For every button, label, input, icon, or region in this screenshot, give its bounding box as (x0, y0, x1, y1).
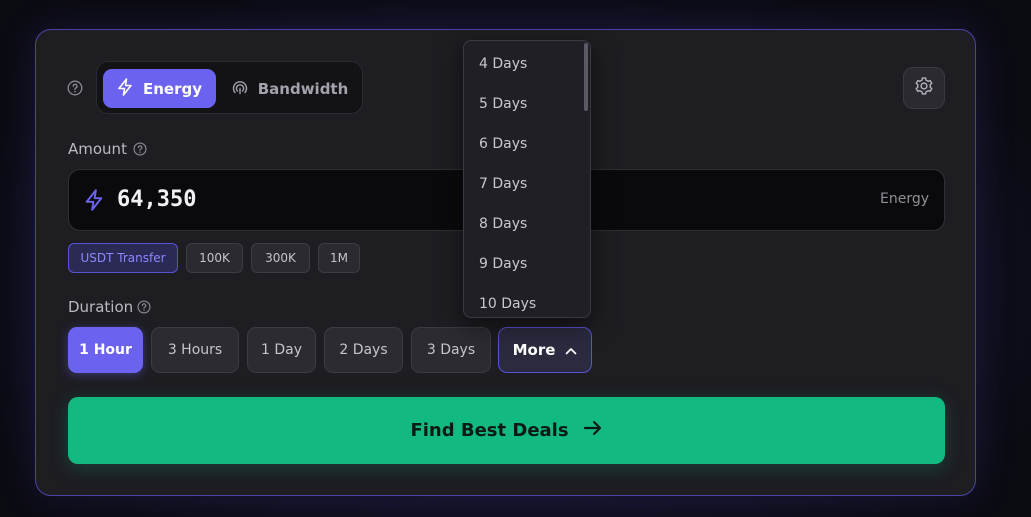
resource-toggle: Energy Bandwidth (96, 61, 363, 114)
help-icon[interactable] (67, 80, 83, 96)
arrow-right-icon (583, 419, 603, 442)
duration-label: Duration (68, 298, 134, 316)
duration-2-days[interactable]: 2 Days (324, 327, 403, 373)
amount-help-icon[interactable] (133, 142, 147, 156)
dropdown-item[interactable]: 6 Days (464, 124, 584, 164)
cta-label: Find Best Deals (410, 420, 569, 441)
more-label: More (512, 341, 556, 359)
preset-300k[interactable]: 300K (251, 243, 310, 273)
tab-energy[interactable]: Energy (103, 69, 216, 108)
chevron-up-icon (565, 341, 577, 359)
duration-dropdown[interactable]: 4 Days 5 Days 6 Days 7 Days 8 Days 9 Day… (463, 40, 591, 318)
gear-icon (914, 76, 934, 100)
amount-label: Amount (68, 140, 127, 158)
duration-3-days[interactable]: 3 Days (411, 327, 491, 373)
preset-1m[interactable]: 1M (318, 243, 360, 273)
lightning-icon (117, 77, 133, 100)
tab-bandwidth[interactable]: Bandwidth (223, 69, 357, 108)
dropdown-scrollbar[interactable] (584, 43, 588, 111)
dropdown-item[interactable]: 7 Days (464, 164, 584, 204)
settings-button[interactable] (903, 67, 945, 109)
find-best-deals-button[interactable]: Find Best Deals (68, 397, 945, 464)
tab-energy-label: Energy (142, 79, 202, 98)
dropdown-item[interactable]: 5 Days (464, 84, 584, 124)
amount-input[interactable] (117, 187, 517, 212)
tab-bandwidth-label: Bandwidth (257, 79, 349, 98)
duration-1-day[interactable]: 1 Day (247, 327, 316, 373)
duration-1-hour[interactable]: 1 Hour (68, 327, 143, 373)
duration-help-icon[interactable] (137, 300, 151, 314)
duration-more-button[interactable]: More (498, 327, 592, 373)
preset-100k[interactable]: 100K (186, 243, 243, 273)
dropdown-item[interactable]: 9 Days (464, 244, 584, 284)
dropdown-item[interactable]: 4 Days (464, 44, 584, 84)
duration-3-hours[interactable]: 3 Hours (151, 327, 239, 373)
dropdown-item[interactable]: 10 Days (464, 284, 584, 317)
broadcast-icon (232, 79, 248, 99)
amount-unit: Energy (879, 191, 929, 207)
preset-usdt-transfer[interactable]: USDT Transfer (68, 243, 178, 273)
lightning-icon (84, 189, 104, 215)
dropdown-item[interactable]: 8 Days (464, 204, 584, 244)
